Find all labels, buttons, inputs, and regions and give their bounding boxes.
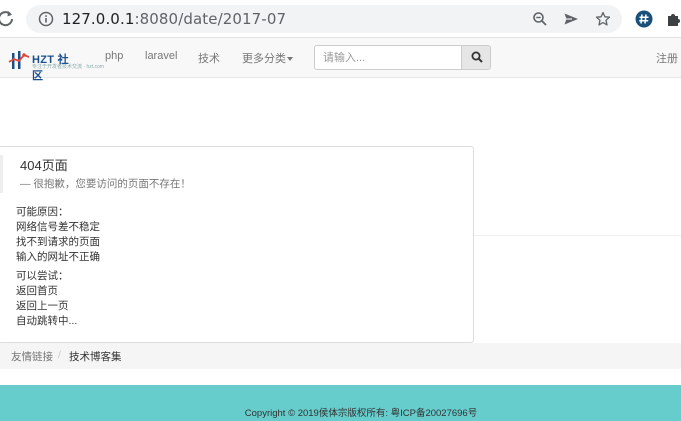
- reload-icon[interactable]: [0, 9, 16, 29]
- error-blockquote: 404页面 — 很抱歉，您要访问的页面不存在！: [0, 155, 299, 193]
- error-panel: 404页面 — 很抱歉，您要访问的页面不存在！ 可能原因： 网络信号差不稳定 找…: [0, 146, 474, 343]
- friend-links-label: 友情链接: [11, 351, 53, 363]
- url-path: :8080/date/2017-07: [134, 10, 287, 28]
- friend-link-tech-blog[interactable]: 技术博客集: [69, 349, 122, 364]
- nav-item-tech[interactable]: 技术: [198, 50, 220, 66]
- browser-toolbar: 127.0.0.1:8080/date/2017-07: [0, 0, 681, 38]
- breadcrumb-separator: /: [58, 349, 61, 361]
- reason-item: 找不到请求的页面: [16, 236, 100, 248]
- extension-hash-icon[interactable]: [635, 10, 653, 28]
- nav-item-laravel[interactable]: laravel: [145, 50, 177, 62]
- info-icon[interactable]: [38, 11, 54, 27]
- bookmark-star-icon[interactable]: [595, 11, 611, 27]
- nav-item-more-categories[interactable]: 更多分类: [242, 50, 293, 66]
- error-title: 404页面: [20, 158, 68, 173]
- possible-reasons: 可能原因： 网络信号差不稳定 找不到请求的页面 输入的网址不正确: [16, 205, 100, 265]
- auto-redirect-text: 自动跳转中...: [16, 315, 78, 327]
- suggestions: 可以尝试： 返回首页 返回上一页 自动跳转中...: [16, 269, 77, 329]
- site-logo[interactable]: HZT 社区 专注于开发者技术交流 · hzt.com: [8, 47, 104, 82]
- site-navbar: HZT 社区 专注于开发者技术交流 · hzt.com php laravel …: [0, 38, 681, 82]
- extensions-puzzle-icon[interactable]: [665, 10, 681, 28]
- reason-item: 网络信号差不稳定: [16, 221, 100, 233]
- friend-links-bar: 友情链接 / 技术博客集: [0, 343, 681, 369]
- go-home-link[interactable]: 返回首页: [16, 284, 77, 299]
- register-link[interactable]: 注册: [656, 50, 678, 66]
- reason-item: 输入的网址不正确: [16, 251, 100, 263]
- suggestions-heading: 可以尝试：: [16, 270, 69, 282]
- nav-item-more-label: 更多分类: [242, 53, 286, 65]
- url-text: 127.0.0.1:8080/date/2017-07: [62, 10, 286, 28]
- content-divider: [474, 235, 681, 236]
- search-input[interactable]: [314, 45, 462, 70]
- zoom-icon[interactable]: [532, 11, 548, 27]
- caret-down-icon: [287, 57, 293, 62]
- reasons-heading: 可能原因：: [16, 206, 69, 218]
- logo-tagline: 专注于开发者技术交流 · hzt.com: [32, 64, 104, 70]
- error-subtitle: — 很抱歉，您要访问的页面不存在！: [20, 178, 191, 190]
- copyright-text: Copyright © 2019侯体宗版权所有: 粤ICP备20027696号: [244, 408, 478, 419]
- go-back-link[interactable]: 返回上一页: [16, 299, 77, 314]
- search-icon: [471, 51, 483, 63]
- logo-mark-icon: [8, 51, 30, 69]
- nav-item-php[interactable]: php: [105, 50, 123, 62]
- address-bar[interactable]: 127.0.0.1:8080/date/2017-07: [26, 5, 622, 33]
- send-icon[interactable]: [563, 11, 579, 27]
- url-host: 127.0.0.1: [62, 10, 135, 28]
- site-footer: Copyright © 2019侯体宗版权所有: 粤ICP备20027696号: [0, 385, 681, 421]
- search-button[interactable]: [461, 45, 491, 70]
